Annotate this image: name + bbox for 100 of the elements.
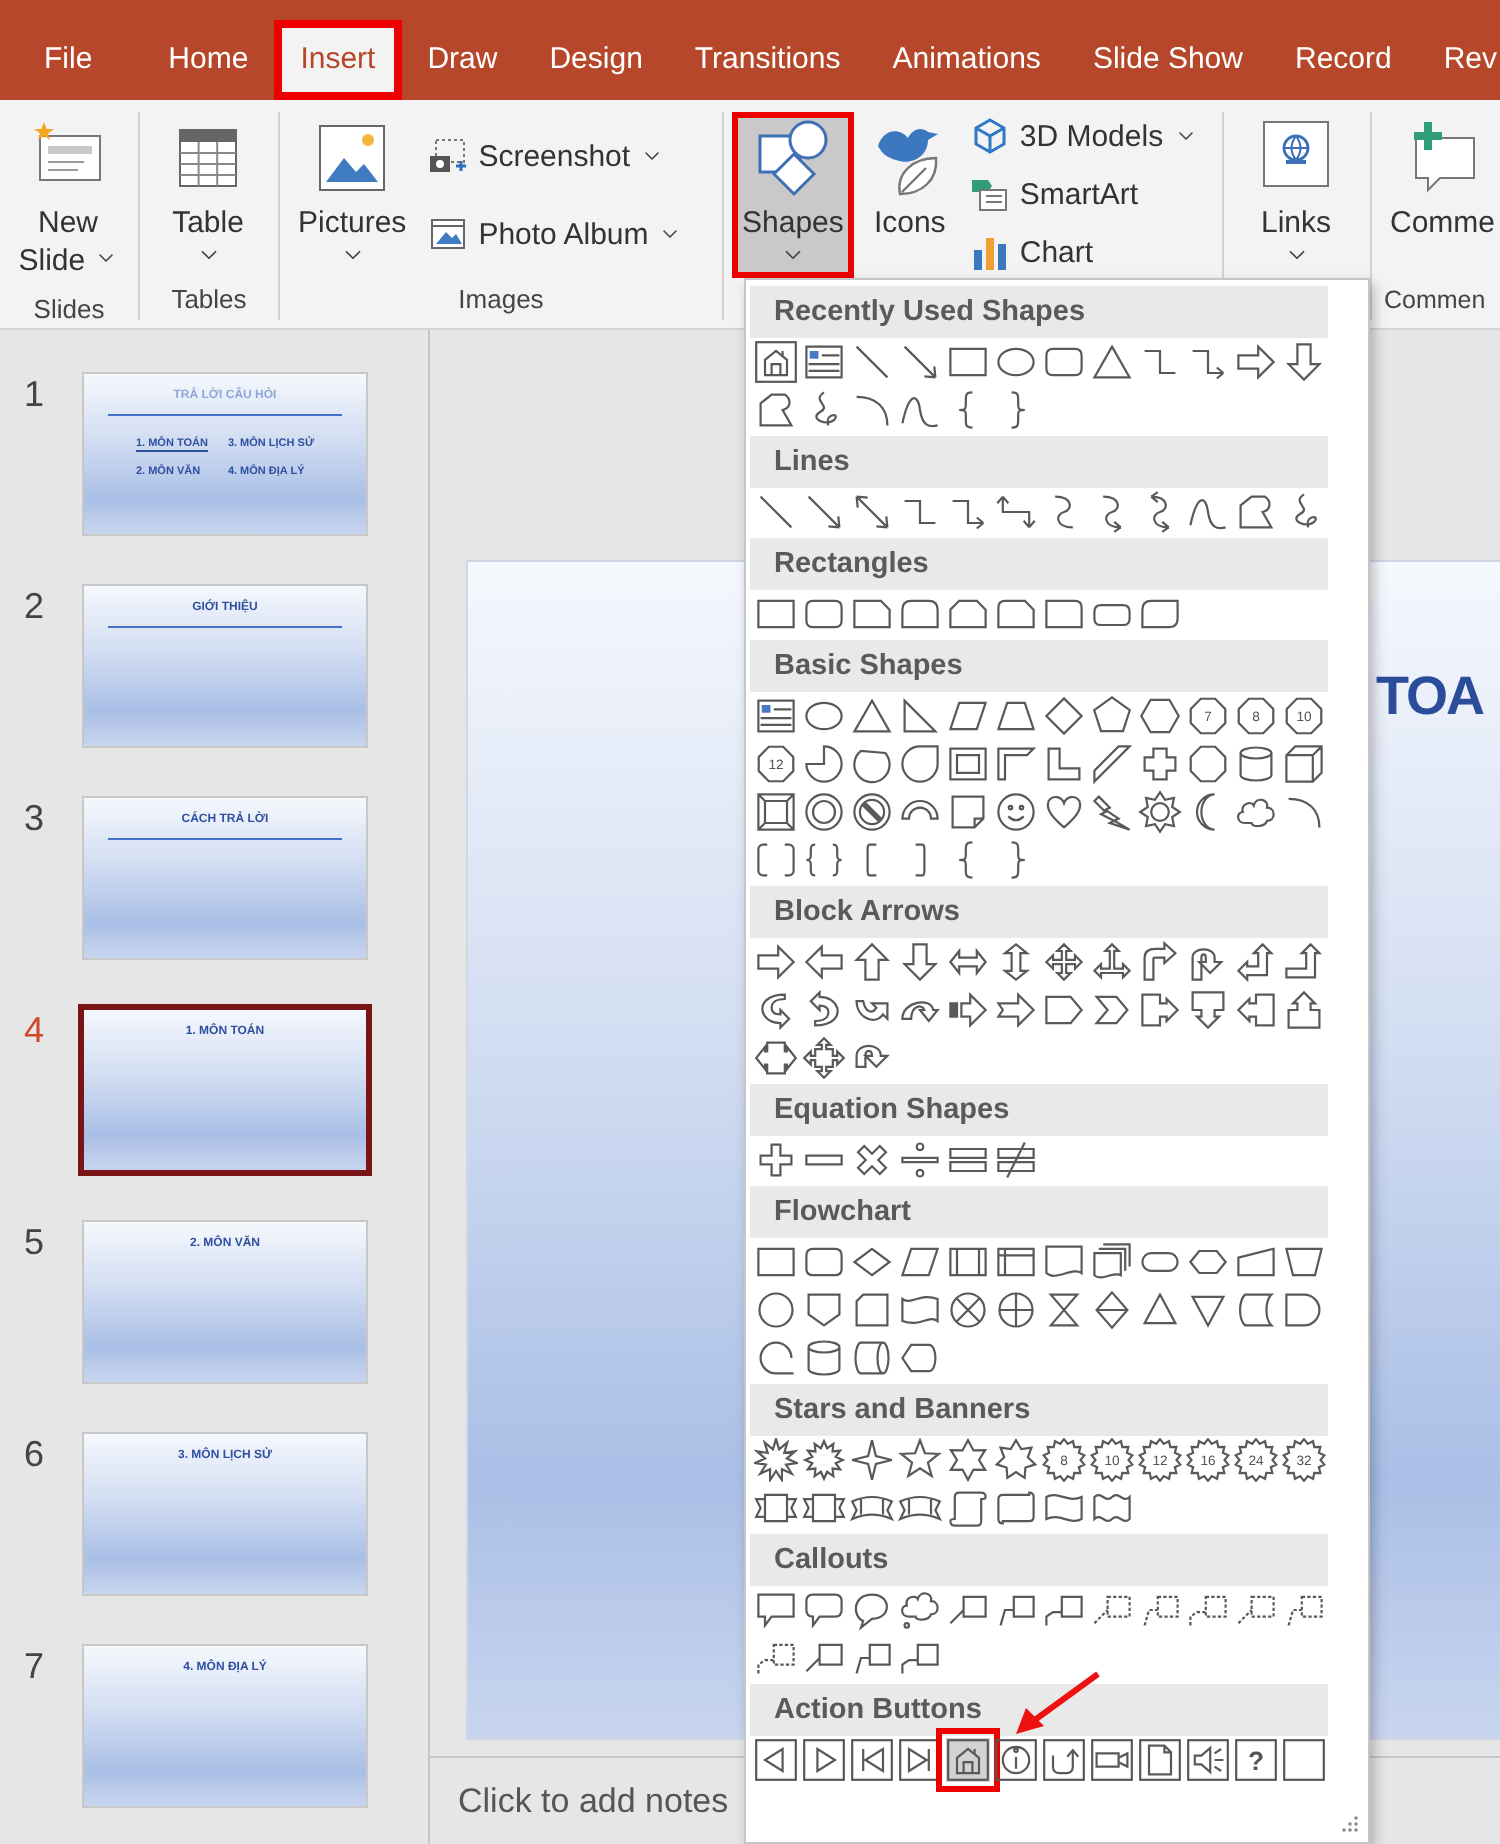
delay-icon[interactable]	[1282, 1288, 1326, 1332]
left-right-up-arrow-icon[interactable]	[1090, 940, 1134, 984]
ribbon-tab[interactable]: Slide Show	[1066, 20, 1269, 100]
action-return-icon[interactable]	[1042, 1738, 1086, 1782]
vertical-scroll-icon[interactable]	[946, 1486, 990, 1530]
ribbon-tab[interactable]: Record	[1268, 20, 1418, 100]
up-callout-arrow-icon[interactable]	[1282, 988, 1326, 1032]
shapes-button[interactable]: Shapes	[732, 112, 854, 278]
explosion-icon[interactable]	[754, 1438, 798, 1482]
star-5-icon[interactable]	[898, 1438, 942, 1482]
triangle-icon[interactable]	[850, 694, 894, 738]
sort-icon[interactable]	[1090, 1288, 1134, 1332]
3d-models-button[interactable]: 3D Models	[965, 112, 1202, 160]
notes-placeholder[interactable]: Click to add notes	[458, 1782, 729, 1820]
l-shape-icon[interactable]	[1042, 742, 1086, 786]
action-info-icon[interactable]	[994, 1738, 1038, 1782]
elbow-double-arrow-icon[interactable]	[994, 490, 1038, 534]
ribbon-tab[interactable]: File	[18, 20, 119, 100]
no-symbol-icon[interactable]	[850, 790, 894, 834]
action-back-icon[interactable]	[754, 1738, 798, 1782]
right-arrow-icon[interactable]	[1234, 340, 1278, 384]
ribbon-tab[interactable]: Draw	[401, 20, 524, 100]
not-equal-icon[interactable]	[994, 1138, 1038, 1182]
double-arrow-line-icon[interactable]	[850, 490, 894, 534]
left-arrow-icon[interactable]	[802, 940, 846, 984]
bevel-icon[interactable]	[754, 790, 798, 834]
ribbon-tab[interactable]: Insert	[274, 20, 402, 100]
horizontal-scroll-icon[interactable]	[994, 1486, 1038, 1530]
collate-icon[interactable]	[1042, 1288, 1086, 1332]
striped-right-arrow-icon[interactable]	[946, 988, 990, 1032]
down-arrow-icon[interactable]	[898, 940, 942, 984]
quad-callout-arrow-icon[interactable]	[802, 1036, 846, 1080]
bent-arrow-icon[interactable]	[1138, 940, 1182, 984]
sun-icon[interactable]	[1138, 790, 1182, 834]
smiley-icon[interactable]	[994, 790, 1038, 834]
heart-icon[interactable]	[1042, 790, 1086, 834]
or-icon[interactable]	[994, 1288, 1038, 1332]
cross-icon[interactable]	[1138, 742, 1182, 786]
multidocument-icon[interactable]	[1090, 1240, 1134, 1284]
action-beginning-icon[interactable]	[850, 1738, 894, 1782]
star-6-icon[interactable]	[946, 1438, 990, 1482]
text-box-icon[interactable]	[754, 694, 798, 738]
octagon-icon[interactable]	[1186, 742, 1230, 786]
arrow-line-icon[interactable]	[898, 340, 942, 384]
connector-icon[interactable]	[754, 1288, 798, 1332]
teardrop-icon[interactable]	[898, 742, 942, 786]
ribbon-tab[interactable]: Rev	[1417, 20, 1500, 100]
line-icon[interactable]	[754, 490, 798, 534]
action-document-icon[interactable]	[1138, 1738, 1182, 1782]
star-4-icon[interactable]	[850, 1438, 894, 1482]
speech-cloud-icon[interactable]	[898, 1588, 942, 1632]
pentagon-icon[interactable]	[1090, 694, 1134, 738]
ribbon-tab[interactable]: Transitions	[668, 20, 867, 100]
half-frame-icon[interactable]	[994, 742, 1038, 786]
cylinder-icon[interactable]	[1234, 742, 1278, 786]
cube-icon[interactable]	[1282, 742, 1326, 786]
summing-junction-icon[interactable]	[946, 1288, 990, 1332]
action-blank-icon[interactable]	[1282, 1738, 1326, 1782]
action-end-icon[interactable]	[898, 1738, 942, 1782]
right-triangle-icon[interactable]	[898, 694, 942, 738]
action-home-icon[interactable]	[754, 340, 798, 384]
ribbon-tab[interactable]: Animations	[866, 20, 1067, 100]
action-sound-icon[interactable]	[1186, 1738, 1230, 1782]
pictures-button[interactable]: Pictures	[288, 112, 417, 278]
arrow-line-icon[interactable]	[802, 490, 846, 534]
off-page-connector-icon[interactable]	[802, 1288, 846, 1332]
left-callout-arrow-icon[interactable]	[1234, 988, 1278, 1032]
card-icon[interactable]	[850, 1288, 894, 1332]
resize-grip-icon[interactable]	[1340, 1814, 1360, 1834]
action-movie-icon[interactable]	[1090, 1738, 1134, 1782]
right-callout-arrow-icon[interactable]	[1138, 988, 1182, 1032]
folded-corner-icon[interactable]	[946, 790, 990, 834]
right-arrow-icon[interactable]	[754, 940, 798, 984]
diamond-icon[interactable]	[1042, 694, 1086, 738]
down-callout-arrow-icon[interactable]	[1186, 988, 1230, 1032]
triangle-icon[interactable]	[1090, 340, 1134, 384]
bent-up-arrow-icon[interactable]	[1282, 940, 1326, 984]
line-icon[interactable]	[850, 340, 894, 384]
chart-button[interactable]: Chart	[965, 228, 1202, 276]
photo-album-button[interactable]: Photo Album	[424, 210, 687, 258]
hexagon-icon[interactable]	[1138, 694, 1182, 738]
action-forward-icon[interactable]	[802, 1738, 846, 1782]
explosion-small-icon[interactable]	[802, 1438, 846, 1482]
diagonal-stripe-icon[interactable]	[1090, 742, 1134, 786]
comment-button[interactable]: Comme	[1380, 112, 1500, 252]
freeform-icon[interactable]	[754, 388, 798, 432]
action-help-icon[interactable]: ?	[1234, 1738, 1278, 1782]
donut-icon[interactable]	[802, 790, 846, 834]
smartart-button[interactable]: SmartArt	[965, 170, 1202, 218]
notched-right-arrow-icon[interactable]	[994, 988, 1038, 1032]
links-button[interactable]: Links	[1232, 112, 1360, 278]
stored-data-icon[interactable]	[1234, 1288, 1278, 1332]
double-brace-icon[interactable]	[802, 838, 846, 882]
star-7-icon[interactable]	[994, 1438, 1038, 1482]
speech-rounded-icon[interactable]	[802, 1588, 846, 1632]
action-home-icon[interactable]	[946, 1738, 990, 1782]
freeform-icon[interactable]	[1234, 490, 1278, 534]
text-box-icon[interactable]	[802, 340, 846, 384]
icons-button[interactable]: Icons	[861, 112, 958, 252]
pie-icon[interactable]	[802, 742, 846, 786]
